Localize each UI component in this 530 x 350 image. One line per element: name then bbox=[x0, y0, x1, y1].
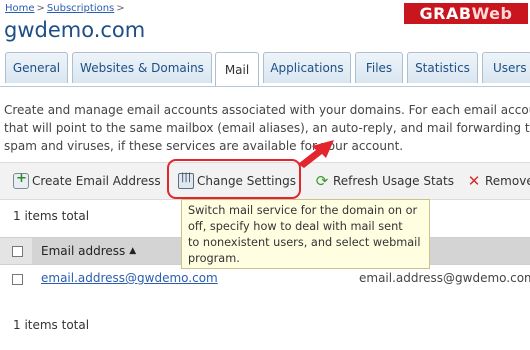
tab-bar: General Websites & Domains Mail Applicat… bbox=[0, 52, 530, 87]
tab-mail[interactable]: Mail bbox=[215, 52, 259, 86]
breadcrumb-separator-2: > bbox=[116, 3, 125, 14]
items-total-top: 1 items total bbox=[13, 209, 90, 223]
tab-general[interactable]: General bbox=[5, 52, 68, 83]
annotation-arrow-icon bbox=[298, 140, 334, 168]
breadcrumb-separator: > bbox=[36, 3, 45, 14]
description-line-1: Create and manage email accounts associa… bbox=[4, 103, 530, 117]
page-title: gwdemo.com bbox=[4, 18, 146, 42]
remove-icon: ✕ bbox=[467, 172, 481, 190]
breadcrumb: Home > Subscriptions > bbox=[5, 3, 127, 14]
tab-users[interactable]: Users bbox=[482, 52, 530, 83]
add-mail-icon bbox=[13, 171, 29, 189]
refresh-label: Refresh Usage Stats bbox=[333, 174, 454, 188]
select-all-checkbox[interactable] bbox=[12, 246, 23, 257]
create-email-label: Create Email Address bbox=[32, 174, 161, 188]
column-email-label: Email address bbox=[41, 244, 126, 258]
description-line-3: spam and viruses, if these services are … bbox=[4, 139, 404, 153]
table-row: email.address@gwdemo.com email.address@g… bbox=[0, 270, 530, 290]
change-settings-tooltip: Switch mail service for the domain on or… bbox=[181, 199, 430, 269]
row-checkbox[interactable] bbox=[12, 274, 23, 285]
remove-label: Remove bbox=[485, 174, 530, 188]
tab-applications[interactable]: Applications bbox=[263, 52, 351, 83]
watermark-text-1: GRAB bbox=[419, 4, 472, 23]
email-address-link[interactable]: email.address@gwdemo.com bbox=[41, 271, 218, 285]
tab-websites-domains[interactable]: Websites & Domains bbox=[72, 52, 212, 83]
tooltip-line: to nonexistent users, and select webmail bbox=[188, 236, 421, 249]
tooltip-line: program. bbox=[188, 252, 240, 265]
create-email-address-button[interactable]: Create Email Address bbox=[13, 171, 161, 191]
sort-ascending-icon: ▲ bbox=[129, 246, 137, 256]
watermark-logo: GRAB Web bbox=[404, 3, 528, 24]
breadcrumb-subscriptions-link[interactable]: Subscriptions bbox=[47, 3, 114, 14]
page-description: Create and manage email accounts associa… bbox=[4, 101, 530, 155]
tooltip-line: off, specify how to deal with mail sent bbox=[188, 220, 403, 233]
refresh-usage-stats-button[interactable]: ⟳ Refresh Usage Stats bbox=[314, 171, 454, 191]
tooltip-line: Switch mail service for the domain on or bbox=[188, 204, 418, 217]
watermark-text-2: Web bbox=[471, 4, 513, 23]
refresh-icon: ⟳ bbox=[315, 172, 329, 190]
forwarding-address-cell: email.address@gwdemo.com bbox=[359, 271, 530, 285]
highlight-circle bbox=[167, 159, 301, 199]
description-line-2: that will point to the same mailbox (ema… bbox=[4, 121, 530, 135]
items-total-bottom: 1 items total bbox=[13, 318, 90, 332]
tab-files[interactable]: Files bbox=[355, 52, 403, 83]
breadcrumb-home-link[interactable]: Home bbox=[5, 3, 35, 14]
tab-statistics[interactable]: Statistics bbox=[407, 52, 478, 83]
remove-button[interactable]: ✕ Remove bbox=[466, 171, 530, 191]
